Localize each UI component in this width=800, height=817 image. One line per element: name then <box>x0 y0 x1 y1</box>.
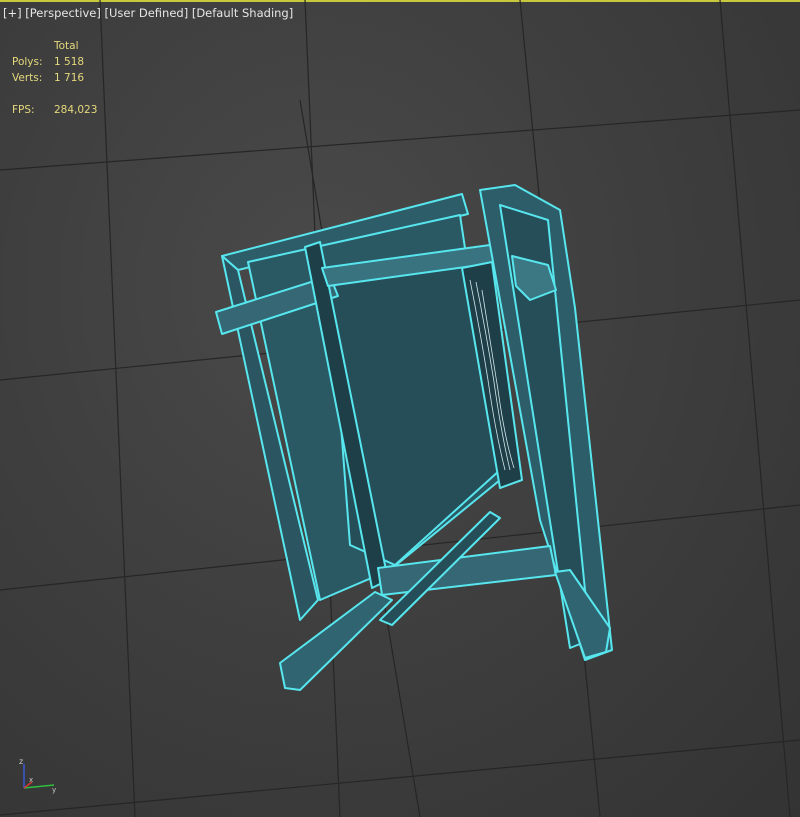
viewport-shading-mode[interactable]: [Default Shading] <box>192 6 293 20</box>
stats-fps-value: 284,023 <box>54 104 98 116</box>
statistics-overlay: Total Polys: 1 518 Verts: 1 716 FPS: 284,02… <box>12 38 97 118</box>
viewport-perspective[interactable]: [+] [Perspective] [User Defined] [Defaul… <box>0 0 800 817</box>
axis-y-label: y <box>52 786 56 794</box>
viewport-view-mode[interactable]: [Perspective] <box>25 6 101 20</box>
axis-x-label: x <box>29 776 33 784</box>
viewport-menu-plus[interactable]: [+] <box>3 6 22 20</box>
stats-polys-label: Polys: <box>12 56 43 68</box>
stats-polys-value: 1 518 <box>54 56 85 68</box>
axis-z-label: z <box>19 758 23 766</box>
chair-model[interactable] <box>215 184 613 691</box>
viewport-shading-user[interactable]: [User Defined] <box>105 6 189 20</box>
scene-canvas[interactable] <box>0 0 800 817</box>
stats-verts-label: Verts: <box>12 72 43 84</box>
stats-fps-label: FPS: <box>12 104 35 116</box>
stats-verts-value: 1 716 <box>54 72 85 84</box>
axis-tripod-icon: z x y <box>19 758 56 794</box>
stats-total-label: Total <box>54 40 79 52</box>
viewport-label[interactable]: [+] [Perspective] [User Defined] [Defaul… <box>3 6 293 20</box>
